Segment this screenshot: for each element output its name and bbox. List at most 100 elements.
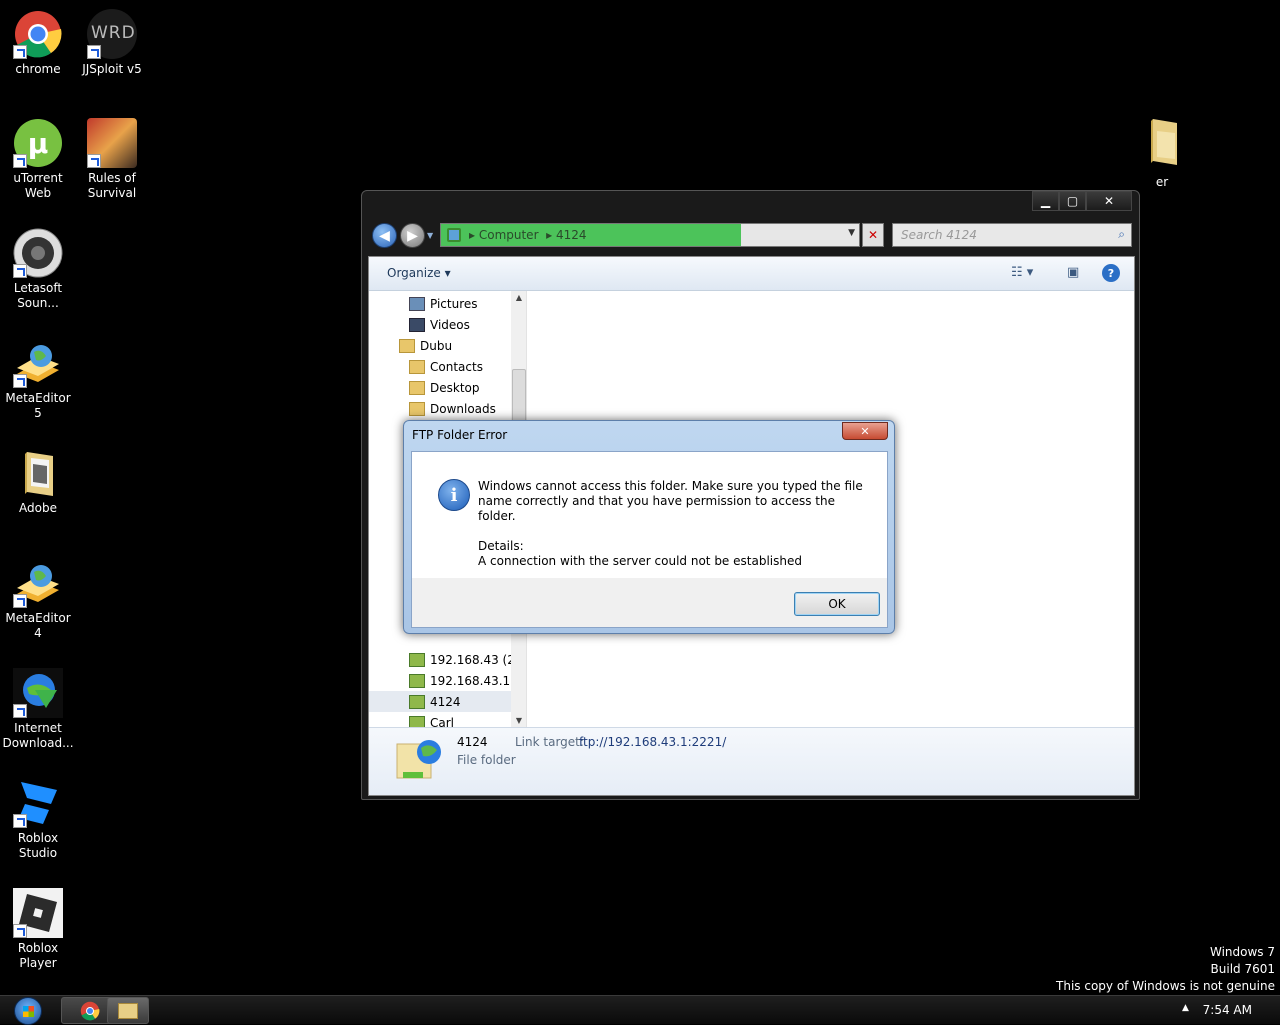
nav-item-desktop[interactable]: Desktop (409, 377, 480, 398)
taskbar-explorer[interactable] (107, 997, 149, 1024)
desktop-icon-roblox-player[interactable]: Roblox Player (0, 888, 76, 971)
clock[interactable]: 7:54 AM (1203, 1003, 1252, 1017)
desktop-icon-chrome[interactable]: chrome (0, 9, 76, 77)
nav-item-downloads[interactable]: Downloads (409, 398, 496, 419)
desktop-icon-roblox-studio[interactable]: Roblox Studio (0, 778, 76, 861)
recent-pages-dropdown[interactable]: ▼ (427, 231, 433, 240)
desktop-icon-metaeditor5[interactable]: MetaEditor 5 (0, 338, 76, 421)
desktop-icon-jjsploit[interactable]: WRD JJSploit v5 (74, 9, 150, 77)
shortcut-arrow-icon (13, 264, 27, 278)
breadcrumb-current[interactable]: 4124 (556, 228, 587, 242)
utorrent-icon: µ (13, 118, 63, 168)
shortcut-arrow-icon (87, 154, 101, 168)
dialog-details-text: A connection with the server could not b… (478, 554, 802, 568)
navigation-bar: ◀ ▶ ▼ ▸ Computer ▸ 4124 ▼ ✕ Search 4124 … (368, 223, 1134, 251)
windows-build: Build 7601 (1210, 962, 1275, 976)
search-icon[interactable]: ⌕ (1118, 227, 1125, 242)
dialog-details-label: Details: (478, 539, 524, 553)
rules-of-survival-icon (87, 118, 137, 168)
help-icon[interactable]: ? (1102, 264, 1120, 282)
view-options-icon[interactable]: ☷ ▾ (1011, 265, 1033, 280)
scroll-down-icon[interactable]: ▼ (511, 716, 526, 725)
chrome-icon (80, 1001, 100, 1020)
shortcut-arrow-icon (13, 924, 27, 938)
address-dropdown-icon[interactable]: ▼ (848, 228, 855, 238)
desktop-icon-label: Roblox Studio (17, 831, 59, 860)
breadcrumb-computer[interactable]: Computer (479, 228, 539, 242)
desktop-icon-metaeditor4[interactable]: MetaEditor 4 (0, 558, 76, 641)
nav-item-carl[interactable]: Carl (409, 712, 454, 727)
shortcut-arrow-icon (13, 704, 27, 718)
windows-version: Windows 7 (1209, 945, 1275, 959)
show-hidden-icons-icon[interactable]: ▲ (1182, 1003, 1189, 1013)
desktop-icon-internet-download[interactable]: Internet Download... (0, 668, 76, 751)
desktop-icon-label: Letasoft Soun... (13, 281, 63, 310)
forward-button[interactable]: ▶ (400, 223, 425, 248)
desktop-icon-label: uTorrent Web (13, 171, 63, 200)
nav-item-ftp-1[interactable]: 192.168.43 (2).1 (409, 649, 526, 670)
minimize-button[interactable]: ▁ (1032, 191, 1059, 211)
preview-pane-icon[interactable]: ▣ (1067, 265, 1079, 280)
desktop-icon-er-folder[interactable]: er (1124, 115, 1200, 190)
dialog-close-button[interactable]: ✕ (842, 422, 888, 440)
details-name: 4124 (457, 735, 488, 749)
folder-icon (13, 448, 63, 498)
shortcut-arrow-icon (13, 374, 27, 388)
desktop-icon-label: Rules of Survival (87, 171, 137, 200)
address-bar[interactable]: ▸ Computer ▸ 4124 ▼ (440, 223, 860, 247)
nav-item-contacts[interactable]: Contacts (409, 356, 483, 377)
user-folder-icon (399, 338, 415, 353)
start-button[interactable] (8, 996, 48, 1025)
desktop-icon-label: er (1155, 175, 1169, 189)
contacts-icon (409, 359, 425, 374)
search-placeholder: Search 4124 (901, 228, 977, 242)
ftp-error-dialog[interactable]: FTP Folder Error ✕ i Windows cannot acce… (403, 420, 895, 634)
organize-button[interactable]: Organize ▾ (387, 266, 451, 280)
stop-icon: ✕ (867, 228, 879, 242)
details-link-label: Link target: (515, 735, 584, 749)
nav-item-ftp-2[interactable]: 192.168.43.1 (409, 670, 510, 691)
desktop-icon-label: JJSploit v5 (82, 62, 142, 76)
ok-button[interactable]: OK (794, 592, 880, 616)
close-button[interactable]: ✕ (1086, 191, 1132, 211)
desktop-icon-label: Roblox Player (17, 941, 59, 970)
maximize-button[interactable]: ▢ (1059, 191, 1086, 211)
search-input[interactable]: Search 4124 ⌕ (892, 223, 1132, 247)
taskbar: ▲ 7:54 AM (0, 995, 1280, 1025)
desktop-icon-label: MetaEditor 5 (5, 391, 71, 420)
metaeditor-icon (13, 338, 63, 388)
desktop-folder-icon (409, 380, 425, 395)
shortcut-arrow-icon (13, 154, 27, 168)
nav-item-pictures[interactable]: Pictures (409, 293, 478, 314)
scroll-up-icon[interactable]: ▲ (511, 293, 526, 302)
stop-button[interactable]: ✕ (862, 223, 884, 247)
network-location-icon (447, 228, 461, 242)
details-type: File folder (457, 753, 516, 767)
desktop-icon-rules-of-survival[interactable]: Rules of Survival (74, 118, 150, 201)
shortcut-arrow-icon (87, 45, 101, 59)
info-icon: i (438, 479, 470, 511)
desktop-icon-letasoft[interactable]: Letasoft Soun... (0, 228, 76, 311)
details-pane: 4124 File folder Link target: ftp://192.… (369, 727, 1134, 795)
chrome-icon (13, 9, 63, 59)
roblox-studio-icon (13, 778, 63, 828)
desktop-icon-label: Internet Download... (2, 721, 74, 750)
desktop-icon-utorrent[interactable]: µ uTorrent Web (0, 118, 76, 201)
jjsploit-icon: WRD (87, 9, 137, 59)
breadcrumb: ▸ Computer ▸ 4124 (469, 228, 587, 242)
desktop-icon-label: chrome (15, 62, 61, 76)
internet-download-manager-icon (13, 668, 63, 718)
nav-item-videos[interactable]: Videos (409, 314, 470, 335)
windows-logo-icon (14, 996, 42, 1025)
desktop-icon-label: MetaEditor 4 (5, 611, 71, 640)
nav-item-4124[interactable]: 4124 (369, 691, 511, 712)
nav-item-dubu[interactable]: Dubu (399, 335, 452, 356)
desktop-icon-adobe[interactable]: Adobe (0, 448, 76, 516)
dialog-body: i Windows cannot access this folder. Mak… (411, 451, 888, 628)
videos-icon (409, 317, 425, 332)
folder-icon (1137, 115, 1187, 165)
windows-genuine-notice: Windows 7 Build 7601 This copy of Window… (1056, 944, 1275, 995)
back-button[interactable]: ◀ (372, 223, 397, 248)
roblox-player-icon (13, 888, 63, 938)
metaeditor-icon (13, 558, 63, 608)
